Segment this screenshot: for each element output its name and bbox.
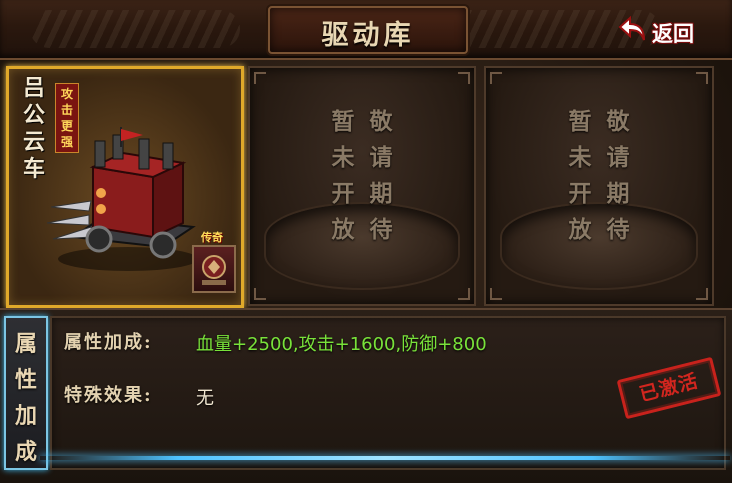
coming-soon-col-right: 暂 未 开 放: [566, 104, 594, 248]
corner-ornament: [458, 72, 470, 84]
effect-label: 特殊效果:: [64, 385, 153, 406]
corner-ornament: [254, 72, 266, 84]
lock-char: 未: [568, 144, 592, 171]
return-arrow-icon: [618, 15, 645, 41]
corner-ornament: [458, 288, 470, 300]
bonus-label: 属性加成:: [64, 332, 153, 353]
dragon-ornament-left: [30, 10, 240, 48]
lock-char: 开: [568, 180, 592, 207]
corner-ornament: [696, 72, 708, 84]
rarity-badge: 传奇: [189, 229, 236, 293]
lock-char: 待: [606, 216, 630, 243]
lock-char: 敬: [606, 108, 630, 135]
header-bar: 驱动库 返回: [0, 0, 732, 60]
coming-soon-col-left: 敬 请 期 待: [604, 104, 632, 248]
lock-char: 请: [606, 144, 630, 171]
coming-soon-col-right: 暂 未 开 放: [329, 104, 357, 248]
rarity-emblem-icon: [192, 245, 236, 293]
lock-char: 暂: [331, 108, 355, 135]
corner-ornament: [490, 288, 502, 300]
lock-char: 放: [331, 216, 355, 243]
lock-char: 待: [369, 216, 393, 243]
lock-char: 期: [369, 180, 393, 207]
lock-char: 未: [331, 144, 355, 171]
effect-value: 无: [196, 388, 214, 409]
coming-soon-col-left: 敬 请 期 待: [367, 104, 395, 248]
bonus-value: 血量+2500,攻击+1600,防御+800: [196, 334, 487, 355]
lock-char: 暂: [568, 108, 592, 135]
coming-soon-text: 暂 未 开 放 敬 请 期 待: [566, 104, 632, 248]
corner-ornament: [696, 288, 708, 300]
lock-char: 放: [568, 216, 592, 243]
coming-soon-text: 暂 未 开 放 敬 请 期 待: [329, 104, 395, 248]
corner-ornament: [254, 288, 266, 300]
vehicle-card-active[interactable]: 吕公云车 攻击更强 传奇: [6, 66, 244, 308]
activated-stamp-text: 已激活: [637, 370, 701, 406]
vehicle-card-locked[interactable]: 暂 未 开 放 敬 请 期 待: [248, 66, 476, 306]
title-plate: 驱动库: [268, 6, 468, 54]
siege-tower-image: [46, 127, 198, 271]
attribute-side-label: 属性加成: [14, 331, 37, 465]
panel-glow-line: [40, 456, 730, 460]
rarity-label: 传奇: [201, 231, 223, 244]
lock-char: 请: [369, 144, 393, 171]
back-button[interactable]: 返回: [614, 12, 710, 48]
corner-ornament: [490, 72, 502, 84]
attribute-side-tab: 属性加成: [4, 316, 48, 470]
lock-char: 开: [331, 180, 355, 207]
page-title: 驱动库: [321, 20, 415, 51]
back-button-label: 返回: [652, 21, 694, 46]
vehicle-card-locked[interactable]: 暂 未 开 放 敬 请 期 待: [484, 66, 714, 306]
lock-char: 期: [606, 180, 630, 207]
lock-char: 敬: [369, 108, 393, 135]
